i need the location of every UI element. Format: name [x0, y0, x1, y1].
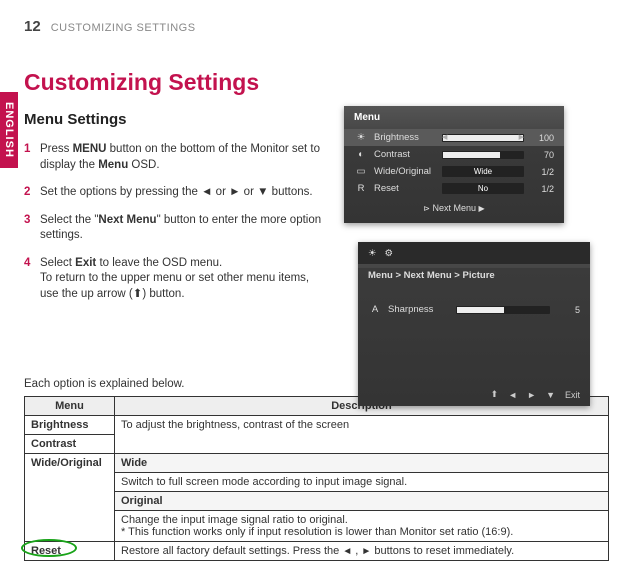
osd-slider[interactable]: ◀▶: [442, 134, 524, 142]
osd-value: 1/2: [530, 167, 554, 177]
step-number: 2: [24, 185, 40, 201]
cell-description: To adjust the brightness, contrast of th…: [115, 416, 609, 454]
step-number: 4: [24, 256, 40, 303]
cell-subhead: Original: [115, 492, 609, 511]
osd-row-brightness[interactable]: ☀ Brightness ◀▶ 100: [344, 129, 564, 146]
step-text: Press MENU button on the bottom of the M…: [40, 142, 324, 173]
step-text: Select Exit to leave the OSD menu. To re…: [40, 256, 324, 303]
step-2: 2 Set the options by pressing the ◄ or ►…: [24, 185, 324, 201]
osd-row-contrast[interactable]: ◐ Contrast 70: [344, 146, 564, 163]
options-table: Menu Description Brightness To adjust th…: [24, 396, 609, 561]
cell-menu: Wide/Original: [25, 454, 115, 542]
osd-slider[interactable]: [442, 151, 524, 159]
osd-row-sharpness[interactable]: A Sharpness 5: [358, 301, 590, 318]
col-menu: Menu: [25, 397, 115, 416]
main-title: Customizing Settings: [24, 69, 609, 96]
osd-next-menu[interactable]: ⊳ Next Menu ▶: [344, 197, 564, 215]
osd-row-reset[interactable]: R Reset No 1/2: [344, 180, 564, 197]
osd-value: 70: [530, 150, 554, 160]
osd-label: Brightness: [374, 132, 436, 143]
osd-menu-title: Menu: [344, 106, 564, 129]
osd-menu-panel: Menu ☀ Brightness ◀▶ 100 ◐ Contrast 70 ▭…: [344, 106, 564, 223]
step-1: 1 Press MENU button on the bottom of the…: [24, 142, 324, 173]
page-header: 12 CUSTOMIZING SETTINGS: [24, 18, 609, 35]
osd-row-wideoriginal[interactable]: ▭ Wide/Original Wide 1/2: [344, 163, 564, 180]
osd-value: 1/2: [530, 184, 554, 194]
right-icon[interactable]: ►: [527, 390, 536, 400]
step-4: 4 Select Exit to leave the OSD menu. To …: [24, 256, 324, 303]
osd-select[interactable]: Wide: [442, 166, 524, 177]
step-text: Select the "Next Menu" button to enter t…: [40, 213, 324, 244]
cell-description: Switch to full screen mode according to …: [115, 473, 609, 492]
sub-title: Menu Settings: [24, 110, 324, 130]
aspect-icon: ▭: [354, 166, 368, 177]
step-3: 3 Select the "Next Menu" button to enter…: [24, 213, 324, 244]
brightness-icon: ☀: [354, 132, 368, 143]
cell-menu-reset: Reset: [25, 542, 115, 561]
section-title: CUSTOMIZING SETTINGS: [51, 22, 196, 34]
osd-label: Reset: [374, 183, 436, 194]
row-wide-head: Wide/Original Wide: [25, 454, 609, 473]
exit-button[interactable]: Exit: [565, 390, 580, 400]
down-icon[interactable]: ▼: [546, 390, 555, 400]
up-arrow-icon: ⬆: [133, 288, 143, 300]
page-number: 12: [24, 18, 41, 35]
cell-subhead: Wide: [115, 454, 609, 473]
osd-slider[interactable]: [456, 306, 550, 314]
osd-value: 5: [556, 305, 580, 315]
right-triangle-icon: ▶: [479, 204, 485, 213]
contrast-icon: ◐: [354, 149, 368, 160]
osd-breadcrumb: Menu > Next Menu > Picture: [358, 264, 590, 287]
sharpness-icon: A: [368, 304, 382, 315]
right-triangle-icon: ►: [361, 546, 371, 557]
step-number: 3: [24, 213, 40, 244]
cell-menu: Contrast: [25, 435, 115, 454]
cell-description: Change the input image signal ratio to o…: [115, 511, 609, 542]
osd-slider-fill: [457, 307, 504, 313]
osd-label: Contrast: [374, 149, 436, 160]
left-triangle-icon: ⊳: [423, 204, 430, 213]
left-icon[interactable]: ◄: [508, 390, 517, 400]
row-reset: Reset Restore all factory default settin…: [25, 542, 609, 561]
language-tab: ENGLISH: [0, 92, 18, 168]
osd-label: Wide/Original: [374, 166, 436, 177]
osd-slider-fill: [443, 152, 500, 158]
left-triangle-icon: ◄: [342, 546, 352, 557]
osd-picture-panel: ☀ ⚙ Menu > Next Menu > Picture A Sharpne…: [358, 242, 590, 406]
osd-footer: ⬆ ◄ ► ▼ Exit: [491, 389, 580, 400]
osd-next-label: Next Menu: [433, 203, 477, 213]
settings-icon: ⚙: [385, 248, 394, 259]
osd-select[interactable]: No: [442, 183, 524, 194]
step-text: Set the options by pressing the ◄ or ► o…: [40, 185, 324, 201]
osd-iconbar: ☀ ⚙: [358, 242, 590, 264]
cell-menu: Brightness: [25, 416, 115, 435]
osd-label: Sharpness: [388, 304, 450, 315]
cell-description: Restore all factory default settings. Pr…: [115, 542, 609, 561]
row-brightness: Brightness To adjust the brightness, con…: [25, 416, 609, 435]
reset-icon: R: [354, 183, 368, 194]
up-icon[interactable]: ⬆: [491, 389, 499, 400]
step-number: 1: [24, 142, 40, 173]
osd-value: 100: [530, 133, 554, 143]
brightness-icon: ☀: [368, 248, 377, 259]
osd-slider-fill: [443, 135, 523, 141]
